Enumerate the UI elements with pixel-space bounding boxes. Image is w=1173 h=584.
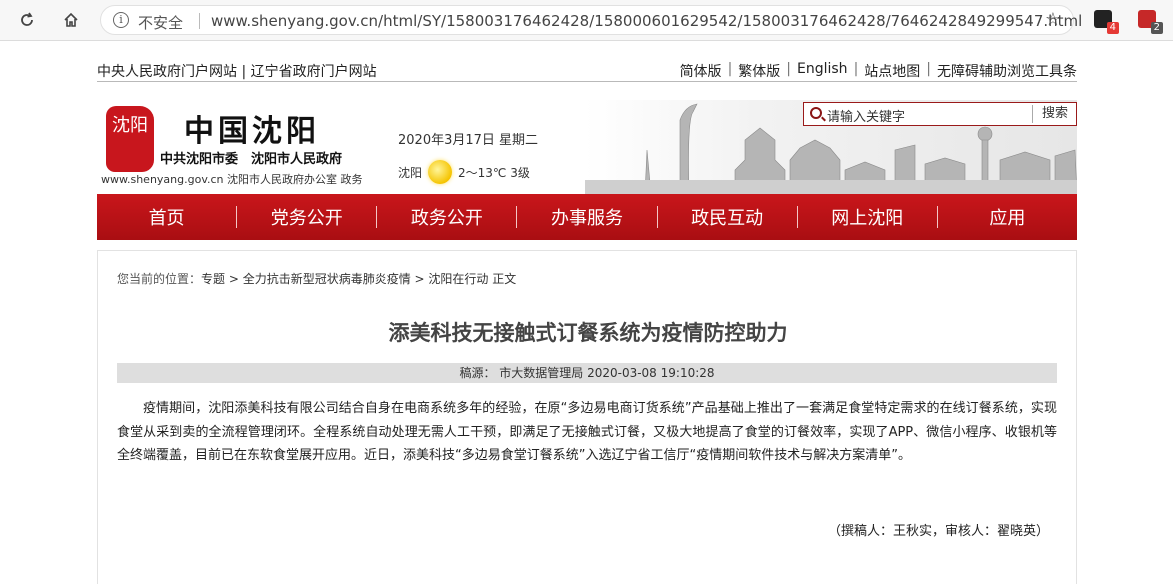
weather-temp: 2～13℃ 3级 — [458, 165, 530, 180]
extension-icon-2[interactable]: 2 — [1138, 10, 1163, 34]
nav-government-affairs[interactable]: 政务公开 — [377, 204, 516, 230]
home-icon[interactable] — [58, 8, 84, 32]
link-accessibility[interactable]: 无障碍辅助浏览工具条 — [931, 61, 1077, 81]
extension-icon[interactable]: 4 — [1094, 10, 1119, 34]
url-text[interactable]: www.shenyang.gov.cn/html/SY/158003176462… — [211, 12, 1082, 30]
link-english[interactable]: English — [791, 61, 854, 81]
logo-text: 沈阳 — [112, 115, 148, 136]
breadcrumb: 您当前的位置：专题 > 全力抗击新型冠状病毒肺炎疫情 > 沈阳在行动 正文 — [117, 270, 516, 287]
nav-home[interactable]: 首页 — [97, 204, 236, 230]
site-name: 中国沈阳 — [184, 114, 320, 149]
search-input[interactable]: 请输入关键字 — [827, 106, 905, 125]
link-traditional[interactable]: 繁体版 — [732, 61, 786, 81]
article-signature: （撰稿人：王秋实，审核人：翟晓英） — [827, 524, 1049, 539]
extension-badge: 4 — [1106, 22, 1119, 34]
breadcrumb-path[interactable]: 专题 > 全力抗击新型冠状病毒肺炎疫情 > 沈阳在行动 正文 — [201, 272, 516, 286]
weather: 沈阳 2～13℃ 3级 — [398, 160, 530, 184]
sun-icon — [428, 160, 453, 184]
site-tools-links: 简体版 | 繁体版 | English | 站点地图 | 无障碍辅助浏览工具条 — [674, 61, 1077, 81]
article-title: 添美科技无接触式订餐系统为疫情防控助力 — [388, 321, 788, 345]
link-simplified[interactable]: 简体版 — [674, 61, 728, 81]
address-divider — [199, 13, 200, 29]
reload-icon[interactable] — [14, 8, 40, 32]
browser-toolbar: i 不安全 www.shenyang.gov.cn/html/SY/158003… — [0, 0, 1173, 41]
nav-interaction[interactable]: 政民互动 — [658, 204, 797, 230]
nav-apps[interactable]: 应用 — [938, 204, 1077, 230]
gov-portal-links[interactable]: 中央人民政府门户网站 | 辽宁省政府门户网站 — [97, 61, 377, 81]
gov-name: 中共沈阳市委 沈阳市人民政府 — [160, 152, 343, 167]
search-icon — [810, 107, 822, 119]
nav-services[interactable]: 办事服务 — [517, 204, 656, 230]
date-text: 2020年3月17日 星期二 — [398, 133, 539, 148]
insecure-label: 不安全 — [138, 14, 184, 32]
info-icon[interactable]: i — [113, 12, 129, 28]
site-url: www.shenyang.gov.cn 沈阳市人民政府办公室 政务 — [101, 173, 363, 186]
article-source: 稿源： 市大数据管理局 2020-03-08 19:10:28 — [117, 363, 1057, 383]
extension-badge-2: 2 — [1150, 22, 1163, 34]
nav-party-affairs[interactable]: 党务公开 — [237, 204, 376, 230]
weather-city: 沈阳 — [398, 165, 423, 180]
main-nav: 首页 党务公开 政务公开 办事服务 政民互动 网上沈阳 应用 — [97, 194, 1077, 240]
breadcrumb-label: 您当前的位置： — [117, 272, 202, 286]
search-box[interactable]: 请输入关键字 搜索 — [803, 102, 1077, 126]
article-body: 疫情期间，沈阳添美科技有限公司结合自身在电商系统多年的经验，在原“多边易电商订货… — [117, 401, 1057, 463]
link-sitemap[interactable]: 站点地图 — [858, 61, 926, 81]
site-logo[interactable]: 沈阳 — [106, 106, 154, 172]
search-button[interactable]: 搜索 — [1033, 103, 1077, 125]
nav-online-shenyang[interactable]: 网上沈阳 — [798, 204, 937, 230]
top-links-bar: 中央人民政府门户网站 | 辽宁省政府门户网站 简体版 | 繁体版 | English… — [97, 58, 1077, 82]
bookmark-star-icon[interactable]: ☆ — [1045, 9, 1061, 30]
address-bar[interactable]: i 不安全 www.shenyang.gov.cn/html/SY/158003… — [100, 5, 1082, 35]
article-panel: 您当前的位置：专题 > 全力抗击新型冠状病毒肺炎疫情 > 沈阳在行动 正文 添美… — [97, 250, 1077, 584]
